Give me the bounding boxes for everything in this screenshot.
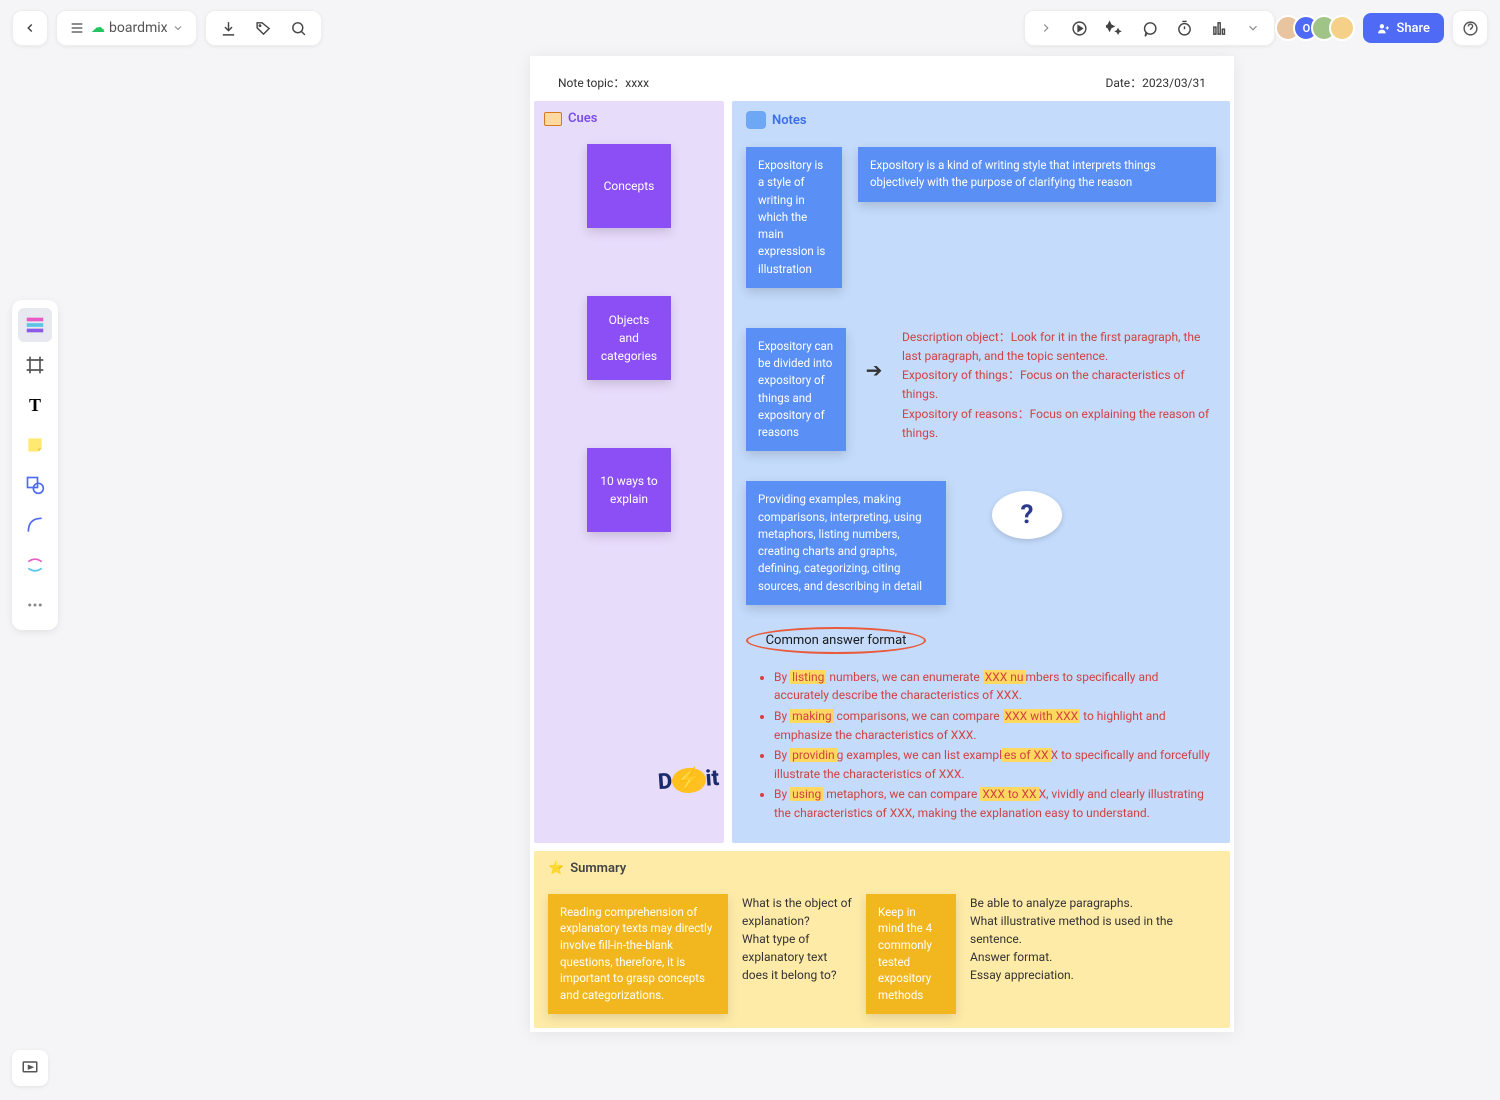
avatar[interactable] bbox=[1329, 15, 1355, 41]
sticky-note-tool[interactable] bbox=[18, 428, 52, 462]
cue-sticky[interactable]: Objects and categories bbox=[587, 296, 671, 380]
summary-text[interactable]: Be able to analyze paragraphs. What illu… bbox=[970, 894, 1216, 984]
template-tool[interactable] bbox=[18, 308, 52, 342]
brand-name: boardmix bbox=[109, 20, 168, 36]
note-header: Note topic：xxxx Date：2023/03/31 bbox=[530, 56, 1234, 101]
notes-title: Notes bbox=[746, 111, 1216, 129]
bullet-item: By listing numbers, we can enumerate XXX… bbox=[774, 668, 1216, 705]
arrow-icon: ➔ bbox=[862, 328, 886, 382]
back-button[interactable] bbox=[12, 10, 48, 46]
note-sticky[interactable]: Expository is a kind of writing style th… bbox=[858, 147, 1216, 202]
more-tools[interactable] bbox=[18, 588, 52, 622]
line-tool[interactable] bbox=[18, 508, 52, 542]
answer-format-bullets[interactable]: By listing numbers, we can enumerate XXX… bbox=[746, 668, 1216, 823]
play-icon[interactable] bbox=[1071, 20, 1088, 37]
chat-icon[interactable] bbox=[1141, 20, 1158, 37]
presentation-corner-button[interactable] bbox=[12, 1050, 48, 1086]
summary-section[interactable]: ⭐ Summary Reading comprehension of expla… bbox=[534, 851, 1230, 1028]
note-date: Date：2023/03/31 bbox=[1105, 74, 1206, 91]
note-red-text[interactable]: Description object：Look for it in the fi… bbox=[902, 328, 1216, 443]
note-topic: Note topic：xxxx bbox=[558, 74, 649, 91]
frame-tool[interactable] bbox=[18, 348, 52, 382]
tool-palette: T bbox=[12, 300, 58, 630]
notes-icon bbox=[746, 111, 766, 129]
brand-dropdown[interactable]: ☁ boardmix bbox=[56, 10, 197, 46]
common-answer-format-label[interactable]: Common answer format bbox=[746, 627, 926, 654]
share-button[interactable]: Share bbox=[1363, 13, 1444, 43]
top-bar: ☁ boardmix O Share bbox=[12, 10, 1488, 46]
utility-group bbox=[1024, 10, 1275, 46]
collaborator-avatars[interactable]: O bbox=[1283, 15, 1355, 41]
connector-tool[interactable] bbox=[18, 548, 52, 582]
help-icon bbox=[1462, 20, 1479, 37]
cues-column[interactable]: Cues Concepts Objects and categories 10 … bbox=[534, 101, 724, 843]
note-sticky[interactable]: Providing examples, making comparisons, … bbox=[746, 481, 946, 605]
bullet-item: By making comparisons, we can compare XX… bbox=[774, 707, 1216, 744]
note-sticky[interactable]: Expository can be divided into expositor… bbox=[746, 328, 846, 452]
summary-row: Reading comprehension of explanatory tex… bbox=[548, 894, 1216, 1014]
doit-sticker[interactable]: D⚡it bbox=[657, 765, 720, 794]
cornell-note-canvas[interactable]: Note topic：xxxx Date：2023/03/31 Cues Con… bbox=[530, 56, 1234, 1032]
thought-bubble-sticker[interactable]: ? bbox=[992, 491, 1072, 551]
menu-icon[interactable] bbox=[69, 20, 85, 36]
summary-icon: ⭐ bbox=[548, 861, 564, 876]
search-icon[interactable] bbox=[290, 20, 307, 37]
share-person-icon bbox=[1377, 22, 1390, 35]
chevron-down-icon bbox=[172, 22, 184, 34]
cloud-sync-icon: ☁ bbox=[91, 20, 105, 36]
notes-row: Expository can be divided into expositor… bbox=[746, 328, 1216, 452]
help-button[interactable] bbox=[1452, 10, 1488, 46]
bullet-item: By providing examples, we can list examp… bbox=[774, 746, 1216, 783]
cues-icon bbox=[544, 112, 562, 126]
share-label: Share bbox=[1396, 21, 1430, 36]
notes-column[interactable]: Notes Expository is a style of writing i… bbox=[732, 101, 1230, 843]
tag-icon[interactable] bbox=[255, 20, 272, 37]
summary-text[interactable]: What is the object of explanation? What … bbox=[742, 894, 852, 984]
summary-sticky[interactable]: Keep in mind the 4 commonly tested expos… bbox=[866, 894, 956, 1014]
chevron-right-icon[interactable] bbox=[1039, 21, 1053, 35]
topbar-right: O Share bbox=[1024, 10, 1488, 46]
file-action-group bbox=[205, 10, 322, 46]
summary-sticky[interactable]: Reading comprehension of explanatory tex… bbox=[548, 894, 728, 1014]
shape-tool[interactable] bbox=[18, 468, 52, 502]
text-tool[interactable]: T bbox=[18, 388, 52, 422]
cue-sticky[interactable]: 10 ways to explain bbox=[587, 448, 671, 532]
note-sticky[interactable]: Expository is a style of writing in whic… bbox=[746, 147, 842, 288]
bullet-item: By using metaphors, we can compare XXX t… bbox=[774, 785, 1216, 822]
chart-icon[interactable] bbox=[1211, 20, 1228, 37]
notes-row: Providing examples, making comparisons, … bbox=[746, 481, 1216, 605]
download-icon[interactable] bbox=[220, 20, 237, 37]
notes-row: Expository is a style of writing in whic… bbox=[746, 147, 1216, 288]
timer-icon[interactable] bbox=[1176, 20, 1193, 37]
sparkle-icon[interactable] bbox=[1106, 20, 1123, 37]
cornell-body: Cues Concepts Objects and categories 10 … bbox=[530, 101, 1234, 843]
topbar-left: ☁ boardmix bbox=[12, 10, 322, 46]
chevron-down-icon[interactable] bbox=[1246, 21, 1260, 35]
cue-sticky[interactable]: Concepts bbox=[587, 144, 671, 228]
cues-title: Cues bbox=[544, 111, 714, 126]
summary-title: ⭐ Summary bbox=[548, 861, 1216, 876]
